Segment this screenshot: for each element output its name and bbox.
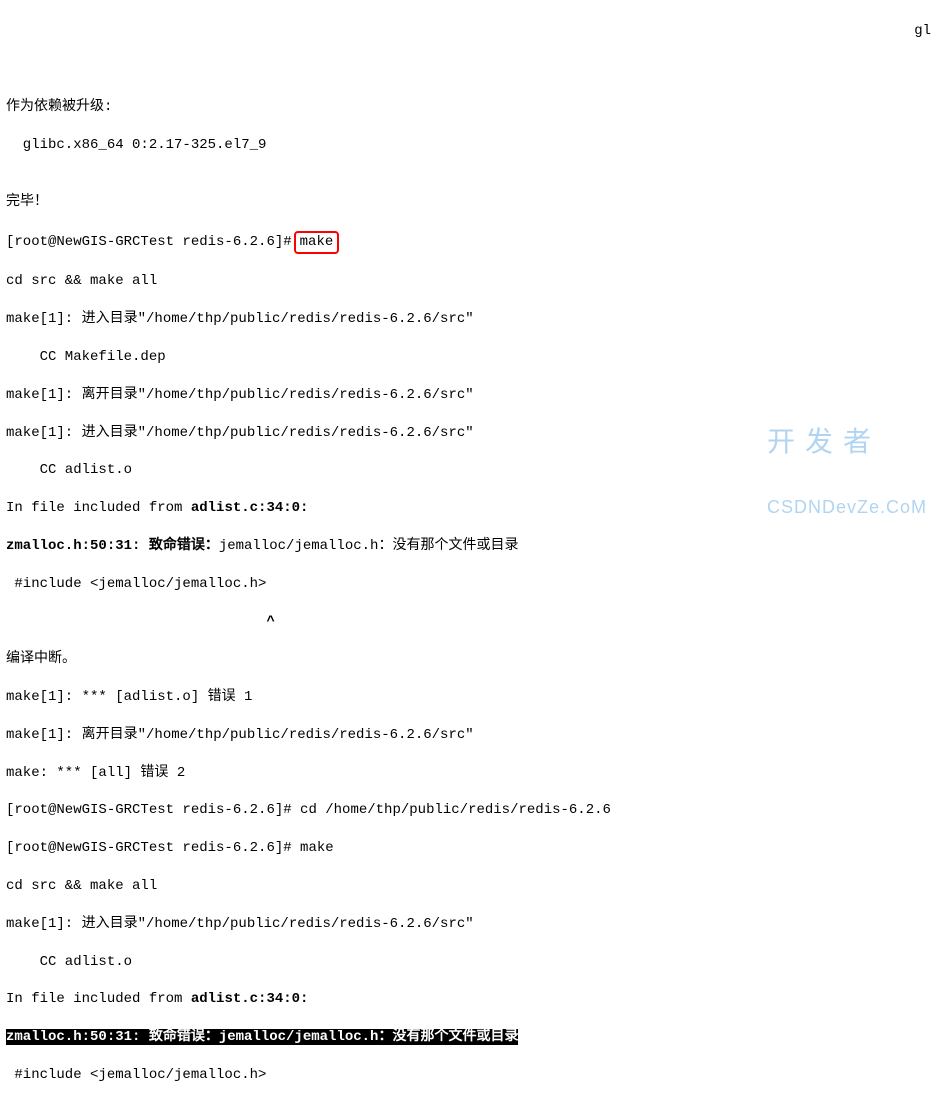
output-line: make[1]: *** [adlist.o] 错误 1 [6,688,931,707]
output-line: make[1]: 离开目录"/home/thp/public/redis/red… [6,726,931,745]
terminal-output: 作为依赖被升级: glibc.x86_64 0:2.17-325.el7_9 完… [6,80,931,1106]
output-line: cd src && make all [6,272,931,291]
prompt-line: [root@NewGIS-GRCTest redis-6.2.6]# make [6,839,931,858]
error-highlight: zmalloc.h:50:31: 致命错误：jemalloc/jemalloc.… [6,1029,518,1045]
output-line: #include <jemalloc/jemalloc.h> [6,1066,931,1085]
error-message: jemalloc/jemalloc.h：没有那个文件或目录 [219,538,519,554]
clipped-text: gl [914,22,931,41]
output-line: cd src && make all [6,877,931,896]
output-line: make[1]: 离开目录"/home/thp/public/redis/red… [6,386,931,405]
text-fragment: In file included from [6,991,191,1007]
file-location: adlist.c:34:0: [191,500,309,516]
output-line: In file included from adlist.c:34:0: [6,499,931,518]
output-line: make: *** [all] 错误 2 [6,764,931,783]
highlighted-error-line: zmalloc.h:50:31: 致命错误：jemalloc/jemalloc.… [6,1028,931,1047]
file-location: zmalloc.h:50:31: [6,538,149,554]
caret-pointer: ^ [6,613,931,632]
output-line: 编译中断。 [6,650,931,669]
output-line: CC adlist.o [6,953,931,972]
output-line: make[1]: 进入目录"/home/thp/public/redis/red… [6,424,931,443]
output-line: 完毕！ [6,193,931,212]
annotated-command-make: make [294,231,340,254]
output-line: CC adlist.o [6,461,931,480]
text-fragment: In file included from [6,500,191,516]
output-line: make[1]: 进入目录"/home/thp/public/redis/red… [6,310,931,329]
prompt-line: [root@NewGIS-GRCTest redis-6.2.6]# cd /h… [6,801,931,820]
error-label: 致命错误： [149,538,219,554]
output-line: glibc.x86_64 0:2.17-325.el7_9 [6,136,931,155]
shell-prompt: [root@NewGIS-GRCTest redis-6.2.6]# [6,234,292,250]
output-line: make[1]: 进入目录"/home/thp/public/redis/red… [6,915,931,934]
caret-pointer: ^ [6,1104,931,1106]
output-line: #include <jemalloc/jemalloc.h> [6,575,931,594]
prompt-line: [root@NewGIS-GRCTest redis-6.2.6]#make [6,231,931,254]
output-line: In file included from adlist.c:34:0: [6,990,931,1009]
output-line: 作为依赖被升级: [6,98,931,117]
file-location: adlist.c:34:0: [191,991,309,1007]
output-line: CC Makefile.dep [6,348,931,367]
